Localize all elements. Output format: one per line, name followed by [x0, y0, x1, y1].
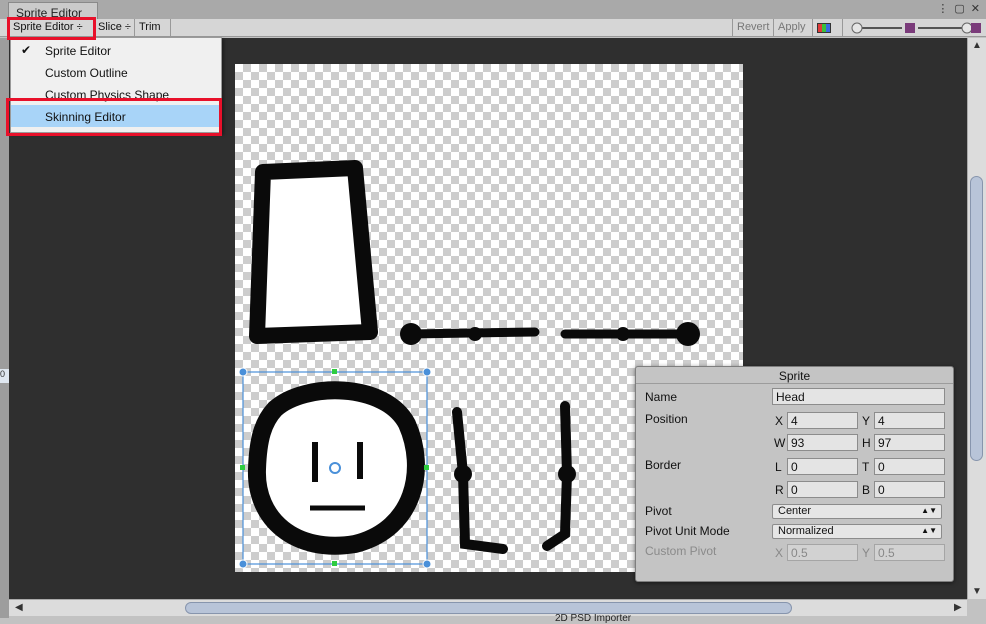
custom-pivot-x-field: 0.5 [787, 544, 858, 561]
scroll-down-icon[interactable]: ▼ [972, 586, 982, 597]
scroll-left-icon[interactable]: ◀ [15, 602, 23, 613]
corner-handle [238, 559, 248, 569]
color-channel-button[interactable] [813, 19, 843, 37]
zoom-sliders[interactable] [850, 21, 982, 35]
pivot-unit-mode-dropdown[interactable]: Normalized ▲▼ [772, 524, 942, 539]
maximize-icon[interactable]: ▢ [954, 2, 964, 15]
position-label: Position [645, 412, 688, 426]
pivot-dropdown[interactable]: Center ▲▼ [772, 504, 942, 519]
revert-button[interactable]: Revert [732, 19, 774, 37]
border-label: Border [645, 458, 682, 472]
checkmark-icon: ✔ [21, 43, 32, 57]
x-label: X [775, 414, 784, 428]
horizontal-scroll-thumb[interactable] [185, 602, 792, 614]
edge-handle [332, 561, 337, 566]
window-controls: ⋮ ▢ ✕ [937, 2, 980, 15]
position-x-field[interactable]: 4 [787, 412, 858, 429]
pivot-label: Pivot [645, 504, 672, 518]
scroll-right-icon[interactable]: ▶ [954, 602, 962, 613]
trim-button[interactable]: Trim [135, 19, 171, 37]
corner-handle [422, 367, 432, 377]
sprite-inspector-panel: Sprite Name Head Position X 4 Y 4 W 93 H… [635, 366, 954, 582]
corner-handle [422, 559, 432, 569]
custom-pivot-y-label: Y [862, 546, 871, 560]
scroll-up-icon[interactable]: ▲ [972, 40, 982, 51]
border-b-field[interactable]: 0 [874, 481, 945, 498]
border-t-field[interactable]: 0 [874, 458, 945, 475]
title-bar: Sprite Editor ⋮ ▢ ✕ [0, 0, 986, 20]
y-label: Y [862, 414, 871, 428]
width-field[interactable]: 93 [787, 434, 858, 451]
custom-pivot-x-label: X [775, 546, 784, 560]
head-sprite [247, 381, 425, 555]
custom-pivot-y-field: 0.5 [874, 544, 945, 561]
position-y-field[interactable]: 4 [874, 412, 945, 429]
t-label: T [862, 460, 870, 474]
left-edge-tag: 0 [0, 369, 9, 383]
menu-item-sprite-editor[interactable]: ✔ Sprite Editor [11, 39, 221, 61]
edge-handle [240, 465, 245, 470]
custom-pivot-label: Custom Pivot [645, 544, 717, 558]
close-icon[interactable]: ✕ [971, 2, 980, 15]
height-field[interactable]: 97 [874, 434, 945, 451]
color-channels-icon [817, 23, 831, 33]
border-r-field[interactable]: 0 [787, 481, 858, 498]
horizontal-scrollbar[interactable]: ◀ ▶ [9, 599, 967, 616]
w-label: W [774, 436, 786, 450]
panel-title: Sprite [636, 367, 953, 384]
pivot-unit-mode-label: Pivot Unit Mode [645, 524, 730, 538]
updown-caret-icon: ▲▼ [921, 506, 937, 515]
b-label: B [862, 483, 871, 497]
updown-caret-icon: ▲▼ [921, 526, 937, 535]
apply-button[interactable]: Apply [774, 19, 813, 37]
skinning-highlight-box [6, 98, 222, 136]
menu-item-custom-outline[interactable]: Custom Outline [11, 61, 221, 83]
edge-handle [424, 465, 429, 470]
vertical-scroll-thumb[interactable] [970, 176, 983, 461]
name-label: Name [645, 390, 678, 404]
vertical-scrollbar[interactable]: ▲ ▼ [967, 38, 986, 599]
menu-dots-icon[interactable]: ⋮ [937, 2, 948, 15]
toolbar: Sprite Editor ÷ Slice ÷ Trim Revert Appl… [0, 19, 986, 37]
mode-highlight-box [7, 17, 96, 40]
r-label: R [775, 483, 784, 497]
h-label: H [862, 436, 871, 450]
edge-handle [332, 369, 337, 374]
corner-handle [238, 367, 248, 377]
slice-dropdown[interactable]: Slice ÷ [94, 19, 135, 37]
border-l-field[interactable]: 0 [787, 458, 858, 475]
l-label: L [775, 460, 782, 474]
body-sprite [249, 160, 378, 344]
name-field[interactable]: Head [772, 388, 945, 405]
